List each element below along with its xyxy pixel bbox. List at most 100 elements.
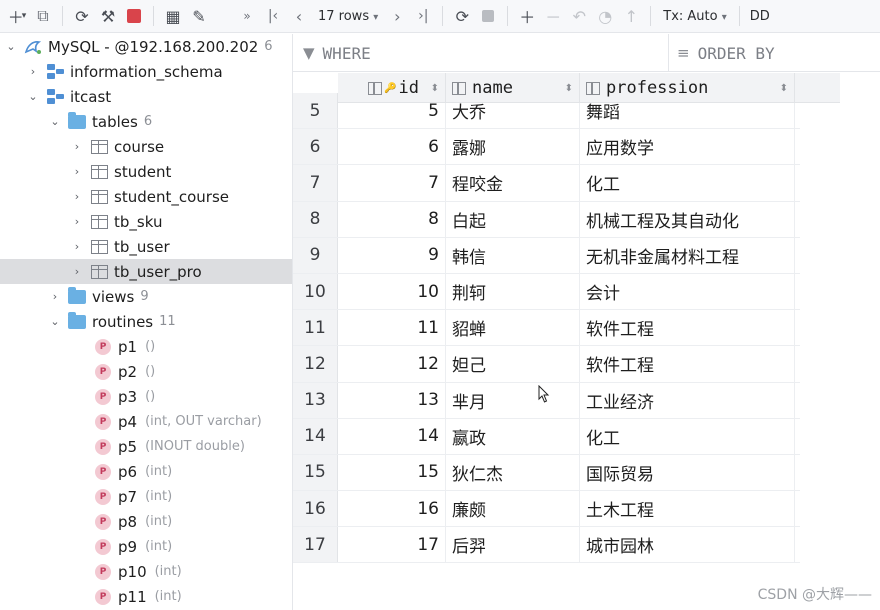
chevron-right-icon[interactable]: › bbox=[70, 215, 84, 228]
cell-name[interactable]: 荆轲 bbox=[446, 273, 580, 310]
preview-changes-icon[interactable]: ◔ bbox=[592, 3, 618, 29]
row-number[interactable]: 12 bbox=[293, 346, 338, 382]
table-view-icon[interactable]: ▦ bbox=[160, 3, 186, 29]
table-row[interactable]: 17 17 后羿 城市园林 bbox=[293, 527, 800, 564]
sort-arrows-icon[interactable]: ⬍ bbox=[431, 83, 439, 94]
tree-routine-p11[interactable]: Pp11 (int) bbox=[0, 584, 292, 609]
tx-mode-dropdown[interactable]: Tx: Auto ▾ bbox=[663, 9, 727, 24]
tree-routine-p10[interactable]: Pp10 (int) bbox=[0, 559, 292, 584]
rows-count-dropdown[interactable]: 17 rows ▾ bbox=[318, 9, 378, 24]
tree-routine-p8[interactable]: Pp8 (int) bbox=[0, 509, 292, 534]
submit-icon[interactable]: ↑ bbox=[618, 3, 644, 29]
edit-icon[interactable]: ✎ bbox=[186, 3, 212, 29]
column-header-id[interactable]: 🔑 id ⬍ bbox=[338, 73, 446, 103]
chevron-down-icon[interactable]: ⌄ bbox=[48, 315, 62, 328]
table-row[interactable]: 15 15 狄仁杰 国际贸易 bbox=[293, 454, 800, 492]
chevron-right-icon[interactable]: › bbox=[70, 265, 84, 278]
tree-routine-p7[interactable]: Pp7 (int) bbox=[0, 484, 292, 509]
row-number[interactable]: 7 bbox=[293, 165, 338, 201]
tree-schema-itcast[interactable]: ⌄ itcast bbox=[0, 84, 292, 109]
tree-routine-p1[interactable]: Pp1 () bbox=[0, 334, 292, 359]
tree-folder-tables[interactable]: ⌄ tables 6 bbox=[0, 109, 292, 134]
refresh-icon[interactable]: ⟳ bbox=[69, 3, 95, 29]
chevron-down-icon[interactable]: ⌄ bbox=[48, 115, 62, 128]
cell-name[interactable]: 程咬金 bbox=[446, 165, 580, 201]
row-number[interactable]: 6 bbox=[293, 129, 338, 165]
delete-row-icon[interactable]: － bbox=[540, 3, 566, 29]
where-filter-input[interactable]: ▼ WHERE bbox=[293, 34, 669, 72]
ddl-button[interactable]: DD bbox=[750, 9, 770, 24]
add-row-icon[interactable]: ＋ bbox=[514, 3, 540, 29]
tree-schema-information-schema[interactable]: › information_schema bbox=[0, 59, 292, 84]
table-row[interactable]: 8 8 白起 机械工程及其自动化 bbox=[293, 201, 800, 238]
cell-profession[interactable]: 软件工程 bbox=[580, 346, 795, 382]
row-number[interactable]: 14 bbox=[293, 418, 338, 454]
cell-profession[interactable]: 无机非金属材料工程 bbox=[580, 237, 795, 273]
table-row[interactable]: 11 11 貂蝉 软件工程 bbox=[293, 310, 800, 347]
tree-folder-views[interactable]: › views 9 bbox=[0, 284, 292, 309]
cell-profession[interactable]: 土木工程 bbox=[580, 491, 795, 527]
chevron-right-icon[interactable]: › bbox=[70, 140, 84, 153]
cell-name[interactable]: 韩信 bbox=[446, 237, 580, 273]
column-header-profession[interactable]: profession ⬍ bbox=[580, 73, 795, 103]
tree-routine-p2[interactable]: Pp2 () bbox=[0, 359, 292, 384]
cell-name[interactable]: 白起 bbox=[446, 201, 580, 237]
cell-profession[interactable]: 应用数学 bbox=[580, 129, 795, 165]
order-by-input[interactable]: ≡ ORDER BY bbox=[669, 34, 775, 72]
chevron-down-icon[interactable]: ⌄ bbox=[4, 40, 18, 53]
chevron-right-icon[interactable]: › bbox=[48, 290, 62, 303]
tree-connection[interactable]: ⌄ MySQL - @192.168.200.202 6 bbox=[0, 34, 292, 59]
cell-name[interactable]: 芈月 bbox=[446, 382, 580, 418]
chevron-right-icon[interactable]: › bbox=[70, 165, 84, 178]
first-page-icon[interactable]: |‹ bbox=[260, 3, 286, 29]
row-number[interactable]: 10 bbox=[293, 273, 338, 310]
cell-profession[interactable]: 城市园林 bbox=[580, 527, 795, 563]
cell-id[interactable]: 14 bbox=[338, 418, 446, 454]
tree-routine-p3[interactable]: Pp3 () bbox=[0, 384, 292, 409]
sort-arrows-icon[interactable]: ⬍ bbox=[780, 83, 788, 94]
cell-id[interactable]: 12 bbox=[338, 346, 446, 382]
tree-table-tb-user-pro[interactable]: › tb_user_pro bbox=[0, 259, 292, 284]
cell-profession[interactable]: 国际贸易 bbox=[580, 454, 795, 491]
previous-page-icon[interactable]: ‹ bbox=[286, 3, 312, 29]
cell-id[interactable]: 11 bbox=[338, 310, 446, 346]
cell-name[interactable]: 后羿 bbox=[446, 527, 580, 563]
chevron-right-icon[interactable]: › bbox=[70, 240, 84, 253]
revert-icon[interactable]: ↶ bbox=[566, 3, 592, 29]
row-number[interactable]: 13 bbox=[293, 382, 338, 418]
row-number[interactable]: 9 bbox=[293, 237, 338, 273]
row-number[interactable]: 16 bbox=[293, 491, 338, 527]
tree-folder-routines[interactable]: ⌄ routines 11 bbox=[0, 309, 292, 334]
reload-icon[interactable]: ⟳ bbox=[449, 3, 475, 29]
stop-icon[interactable] bbox=[121, 3, 147, 29]
more-icon[interactable]: » bbox=[234, 3, 260, 29]
tree-table-student[interactable]: › student bbox=[0, 159, 292, 184]
cell-id[interactable]: 9 bbox=[338, 237, 446, 273]
sort-arrows-icon[interactable]: ⬍ bbox=[565, 83, 573, 94]
cell-id[interactable]: 17 bbox=[338, 527, 446, 563]
cell-id[interactable]: 6 bbox=[338, 129, 446, 165]
tree-table-tb-user[interactable]: › tb_user bbox=[0, 234, 292, 259]
chevron-right-icon[interactable]: › bbox=[26, 65, 40, 78]
cell-profession[interactable]: 化工 bbox=[580, 165, 795, 201]
tree-routine-p6[interactable]: Pp6 (int) bbox=[0, 459, 292, 484]
settings-tools-icon[interactable]: ⚒ bbox=[95, 3, 121, 29]
tree-table-course[interactable]: › course bbox=[0, 134, 292, 159]
table-row[interactable]: 16 16 廉颇 土木工程 bbox=[293, 491, 800, 528]
cell-id[interactable]: 10 bbox=[338, 273, 446, 310]
cell-profession[interactable]: 机械工程及其自动化 bbox=[580, 201, 795, 237]
tree-table-tb-sku[interactable]: › tb_sku bbox=[0, 209, 292, 234]
row-number[interactable]: 17 bbox=[293, 527, 338, 563]
cell-name[interactable]: 貂蝉 bbox=[446, 310, 580, 346]
table-row[interactable]: 10 10 荆轲 会计 bbox=[293, 273, 800, 311]
table-row[interactable]: 12 12 妲己 软件工程 bbox=[293, 346, 800, 383]
tree-routine-p4[interactable]: Pp4 (int, OUT varchar) bbox=[0, 409, 292, 434]
tree-routine-p9[interactable]: Pp9 (int) bbox=[0, 534, 292, 559]
row-number[interactable]: 15 bbox=[293, 454, 338, 491]
cell-name[interactable]: 露娜 bbox=[446, 129, 580, 165]
chevron-right-icon[interactable]: › bbox=[70, 190, 84, 203]
stop-query-icon[interactable] bbox=[475, 3, 501, 29]
cell-id[interactable]: 16 bbox=[338, 491, 446, 527]
table-row[interactable]: 9 9 韩信 无机非金属材料工程 bbox=[293, 237, 800, 274]
last-page-icon[interactable]: ›| bbox=[410, 3, 436, 29]
